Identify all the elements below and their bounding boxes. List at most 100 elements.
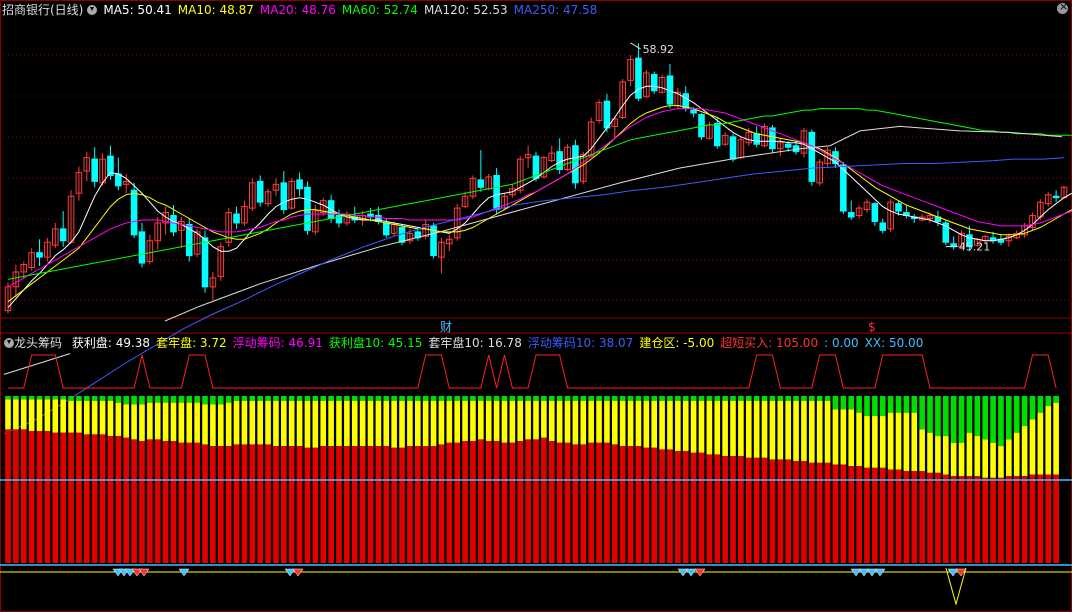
floating-bar	[5, 399, 11, 430]
floating-bar	[690, 401, 697, 453]
profit-bar	[13, 429, 19, 563]
trapped-bar	[470, 396, 476, 402]
indicator-legend-item-7: 超短买入: 105.00	[720, 336, 819, 350]
trapped-bar	[44, 396, 51, 400]
trapped-bar	[619, 396, 626, 402]
profit-bar	[816, 462, 823, 563]
trapped-bar	[690, 396, 697, 402]
floating-bar	[580, 401, 587, 445]
trapped-bar	[793, 396, 799, 402]
trapped-bar	[147, 396, 153, 403]
profit-bar	[446, 442, 453, 563]
profit-bar	[359, 446, 366, 563]
trapped-bar	[533, 396, 539, 402]
profit-bar	[68, 432, 74, 563]
floating-bar	[942, 436, 949, 475]
trapped-bar	[627, 396, 634, 402]
floating-bar	[856, 412, 862, 467]
floating-bar	[414, 401, 421, 447]
candle-body	[650, 73, 658, 92]
indicator-legend-item-2: 浮动筹码: 46.91	[232, 336, 323, 350]
trapped-bar	[265, 396, 271, 402]
chart-menu-icon[interactable]	[87, 5, 98, 15]
floating-bar	[864, 416, 870, 468]
trapped-bar	[1045, 396, 1052, 407]
floating-bar	[76, 401, 82, 433]
profit-bar	[942, 474, 949, 563]
profit-bar	[20, 429, 27, 563]
candle-body	[59, 228, 67, 242]
trapped-bar	[714, 396, 721, 402]
floating-bar	[714, 401, 721, 455]
trapped-bar	[556, 396, 563, 402]
floating-bar	[777, 401, 784, 460]
profit-bar	[454, 442, 460, 563]
trapped-bar	[233, 396, 240, 402]
profit-bar	[864, 467, 870, 563]
candle-body	[477, 179, 485, 188]
floating-bar	[304, 401, 311, 448]
trapped-bar	[942, 396, 949, 437]
candle-body	[784, 143, 792, 148]
profit-bar	[123, 437, 130, 563]
floating-bar	[147, 402, 153, 440]
candle-body	[296, 179, 303, 190]
floating-bar	[927, 432, 933, 473]
floating-bar	[541, 401, 547, 438]
trapped-bar	[1013, 396, 1020, 433]
profit-bar	[714, 454, 721, 563]
trapped-bar	[580, 396, 587, 402]
trapped-bar	[320, 396, 327, 402]
floating-bar	[178, 402, 185, 443]
profit-bar	[809, 462, 815, 563]
floating-bar	[509, 401, 516, 443]
trapped-bar	[903, 396, 910, 413]
profit-bar	[911, 471, 918, 563]
trapped-bar	[178, 396, 185, 403]
trapped-bar	[517, 396, 524, 402]
profit-bar	[619, 446, 626, 563]
profit-bar	[351, 446, 358, 563]
trapped-bar	[454, 396, 460, 402]
floating-bar	[990, 442, 996, 478]
ma-line-ma10	[7, 105, 1072, 303]
finance-marker: 财	[440, 320, 452, 334]
trapped-bar	[935, 396, 941, 437]
trapped-bar	[60, 396, 66, 400]
trapped-bar	[1021, 396, 1028, 427]
floating-bar	[998, 446, 1004, 478]
trapped-bar	[958, 396, 965, 443]
indicator-menu-icon[interactable]	[4, 338, 14, 348]
trapped-bar	[430, 396, 437, 402]
floating-bar	[478, 401, 484, 440]
indicator-title: 龙头筹码	[14, 336, 63, 350]
floating-bar	[446, 401, 453, 443]
trapped-bar	[738, 396, 744, 402]
trapped-bar	[5, 396, 11, 400]
high-pointer	[630, 42, 641, 50]
candle-body	[233, 213, 240, 224]
profit-bar	[564, 442, 571, 563]
floating-bar	[462, 401, 468, 442]
close-icon[interactable]	[1057, 0, 1068, 14]
profit-bar	[312, 447, 319, 563]
floating-bar	[698, 401, 705, 453]
candle-body	[871, 203, 879, 222]
floating-bar	[288, 401, 295, 447]
profit-bar	[383, 446, 390, 563]
floating-bar	[84, 401, 90, 435]
profit-bar	[107, 436, 114, 563]
trapped-bar	[241, 396, 248, 402]
floating-bar	[667, 401, 673, 450]
indicator-legend-item-5: 浮动筹码10: 38.07	[527, 336, 634, 350]
candle-body	[1052, 195, 1060, 199]
profit-bar	[643, 447, 650, 563]
profit-bar	[612, 444, 618, 563]
profit-bar	[698, 452, 705, 563]
profit-bar	[872, 467, 878, 563]
profit-bar	[572, 444, 579, 563]
floating-bar	[162, 402, 169, 442]
profit-bar	[1021, 476, 1028, 563]
profit-bar	[1013, 476, 1020, 563]
floating-bar	[935, 436, 941, 473]
